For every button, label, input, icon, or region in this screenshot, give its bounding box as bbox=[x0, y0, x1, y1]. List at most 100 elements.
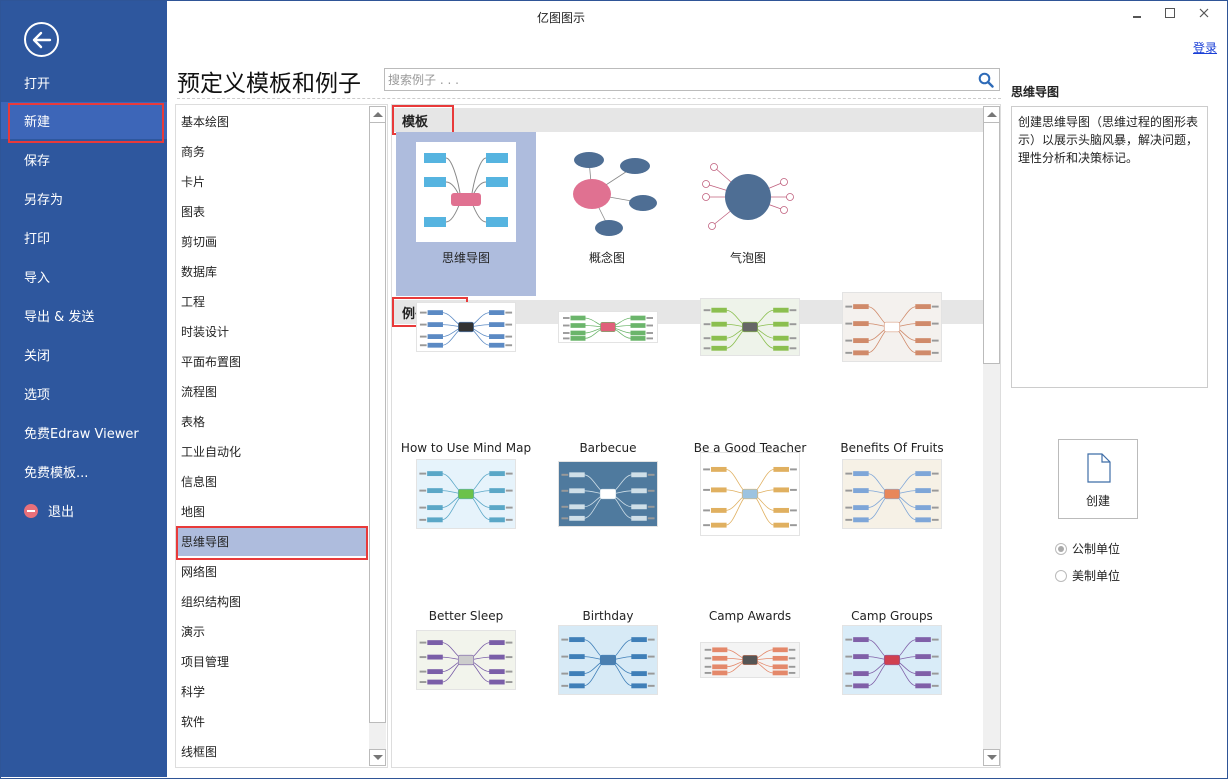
template-mind-map[interactable]: 思维导图 bbox=[396, 132, 536, 296]
sidebar-item-free-templates[interactable]: 免费模板... bbox=[1, 453, 167, 490]
sidebar-item-save[interactable]: 保存 bbox=[1, 141, 167, 178]
sidebar-item-import[interactable]: 导入 bbox=[1, 258, 167, 295]
sidebar-item-exit[interactable]: 退出 bbox=[1, 492, 167, 529]
sidebar-item-save-as[interactable]: 另存为 bbox=[1, 180, 167, 217]
sidebar-item-label: 免费模板... bbox=[24, 466, 89, 481]
example-thumbnail bbox=[558, 625, 658, 695]
unit-us-radio[interactable]: 美制单位 bbox=[1055, 567, 1120, 584]
example-thumbnail bbox=[558, 461, 658, 527]
category-item[interactable]: 流程图 bbox=[176, 376, 366, 406]
sidebar-item-label: 导出 & 发送 bbox=[24, 310, 95, 325]
sidebar-item-open[interactable]: 打开 bbox=[1, 64, 167, 101]
category-scrollbar[interactable] bbox=[369, 106, 386, 766]
category-item[interactable]: 演示 bbox=[176, 616, 366, 646]
category-item[interactable]: 项目管理 bbox=[176, 646, 366, 676]
category-item[interactable]: 线框图 bbox=[176, 736, 366, 766]
category-label: 流程图 bbox=[181, 384, 218, 399]
category-item[interactable]: 平面布置图 bbox=[176, 346, 366, 376]
create-button[interactable]: 创建 bbox=[1058, 439, 1138, 519]
bubble-map-thumbnail bbox=[702, 163, 794, 230]
sidebar-item-close[interactable]: 关闭 bbox=[1, 336, 167, 373]
category-item[interactable]: 基本绘图 bbox=[176, 106, 366, 136]
category-item[interactable]: 地图 bbox=[176, 496, 366, 526]
category-item[interactable]: 商务 bbox=[176, 136, 366, 166]
category-label: 软件 bbox=[181, 714, 206, 729]
scroll-thumb[interactable] bbox=[369, 122, 386, 723]
search-box bbox=[384, 68, 1000, 91]
gallery-scrollbar[interactable] bbox=[983, 106, 1000, 766]
example-label: Benefits Of Fruits bbox=[840, 441, 944, 455]
category-list: 基本绘图 商务 卡片 图表剪切画数据库工程 时装设计 平面布置图流程图表格工业自动化信息图… bbox=[175, 104, 388, 768]
highlight-box bbox=[392, 105, 454, 135]
scroll-down-button[interactable] bbox=[369, 749, 386, 766]
sidebar-item-label: 选项 bbox=[24, 388, 51, 403]
category-item[interactable]: 时装设计 bbox=[176, 316, 366, 346]
sidebar-item-print[interactable]: 打印 bbox=[1, 219, 167, 256]
category-label: 工业自动化 bbox=[181, 444, 242, 459]
minimize-button[interactable] bbox=[1127, 6, 1147, 24]
login-link[interactable]: 登录 bbox=[1193, 39, 1217, 56]
radio-button[interactable] bbox=[1055, 542, 1067, 555]
category-item[interactable]: 卡片 bbox=[176, 166, 366, 196]
category-item[interactable]: 图表 bbox=[176, 196, 366, 226]
back-button[interactable] bbox=[24, 22, 59, 57]
scroll-thumb[interactable] bbox=[983, 122, 1000, 364]
category-item[interactable]: 网络图 bbox=[176, 556, 366, 586]
sidebar-item-label: 免费Edraw Viewer bbox=[24, 427, 139, 442]
maximize-button[interactable] bbox=[1160, 6, 1180, 24]
category-item[interactable]: 工业自动化 bbox=[176, 436, 366, 466]
sidebar-item-edraw-viewer[interactable]: 免费Edraw Viewer bbox=[1, 414, 167, 451]
category-item[interactable]: 信息图 bbox=[176, 466, 366, 496]
template-concept-map[interactable]: 概念图 bbox=[537, 132, 677, 296]
example-thumbnail bbox=[416, 302, 516, 352]
backstage-sidebar: 打开 新建 保存 另存为 打印 导入 导出 & 发送 关闭 选项 免费Edraw… bbox=[1, 1, 167, 777]
search-icon[interactable] bbox=[978, 72, 994, 88]
category-item[interactable]: 组织结构图 bbox=[176, 586, 366, 616]
category-label: 表格 bbox=[181, 414, 206, 429]
category-label: 组织结构图 bbox=[181, 594, 242, 609]
example-thumbnail bbox=[842, 459, 942, 529]
unit-metric-radio[interactable]: 公制单位 bbox=[1055, 540, 1120, 557]
search-input[interactable] bbox=[385, 69, 965, 90]
category-label: 数据库 bbox=[181, 264, 218, 279]
example-thumbnail bbox=[842, 625, 942, 695]
template-gallery: 模板 思维导图 概念图 气泡图 例子 How to Use Mind Map B… bbox=[391, 104, 1001, 768]
template-label: 概念图 bbox=[588, 251, 625, 265]
category-label: 科学 bbox=[181, 684, 206, 699]
category-item[interactable]: 工程 bbox=[176, 286, 366, 316]
close-button[interactable] bbox=[1194, 6, 1214, 24]
scroll-up-button[interactable] bbox=[983, 106, 1000, 123]
sidebar-item-export-send[interactable]: 导出 & 发送 bbox=[1, 297, 167, 334]
category-item[interactable]: 数据库 bbox=[176, 256, 366, 286]
sidebar-item-options[interactable]: 选项 bbox=[1, 375, 167, 412]
category-label: 剪切画 bbox=[181, 234, 218, 249]
category-item[interactable]: 软件 bbox=[176, 706, 366, 736]
template-bubble-map[interactable]: 气泡图 bbox=[678, 132, 818, 296]
detail-description: 创建思维导图（思维过程的图形表示）以展示头脑风暴，解决问题，理性分析和决策标记。 bbox=[1011, 106, 1208, 388]
sidebar-item-label: 退出 bbox=[48, 505, 75, 520]
category-item[interactable]: 表格 bbox=[176, 406, 366, 436]
scroll-up-button[interactable] bbox=[369, 106, 386, 123]
radio-button[interactable] bbox=[1055, 569, 1067, 582]
example-thumbnail bbox=[700, 452, 800, 536]
header-divider bbox=[177, 98, 1001, 99]
category-label: 演示 bbox=[181, 624, 206, 639]
example-label: How to Use Mind Map bbox=[400, 441, 532, 455]
example-label: Camp Awards bbox=[708, 609, 792, 623]
sidebar-item-new[interactable]: 新建 bbox=[1, 102, 167, 143]
category-item[interactable]: 思维导图 bbox=[176, 526, 368, 560]
new-document-icon bbox=[1087, 453, 1111, 483]
templates-section-header: 模板 bbox=[392, 105, 983, 135]
scroll-up-icon bbox=[372, 112, 383, 117]
arrow-left-icon bbox=[32, 31, 51, 48]
concept-map-thumbnail bbox=[573, 152, 657, 236]
scroll-down-button[interactable] bbox=[983, 749, 1000, 766]
sidebar-item-label: 新建 bbox=[24, 115, 51, 130]
radio-label: 公制单位 bbox=[1072, 542, 1121, 556]
category-label: 思维导图 bbox=[181, 534, 230, 549]
category-label: 信息图 bbox=[181, 474, 218, 489]
example-thumbnail bbox=[558, 311, 658, 343]
category-item[interactable]: 科学 bbox=[176, 676, 366, 706]
category-item[interactable]: 剪切画 bbox=[176, 226, 366, 256]
example-label: Birthday bbox=[582, 609, 634, 623]
